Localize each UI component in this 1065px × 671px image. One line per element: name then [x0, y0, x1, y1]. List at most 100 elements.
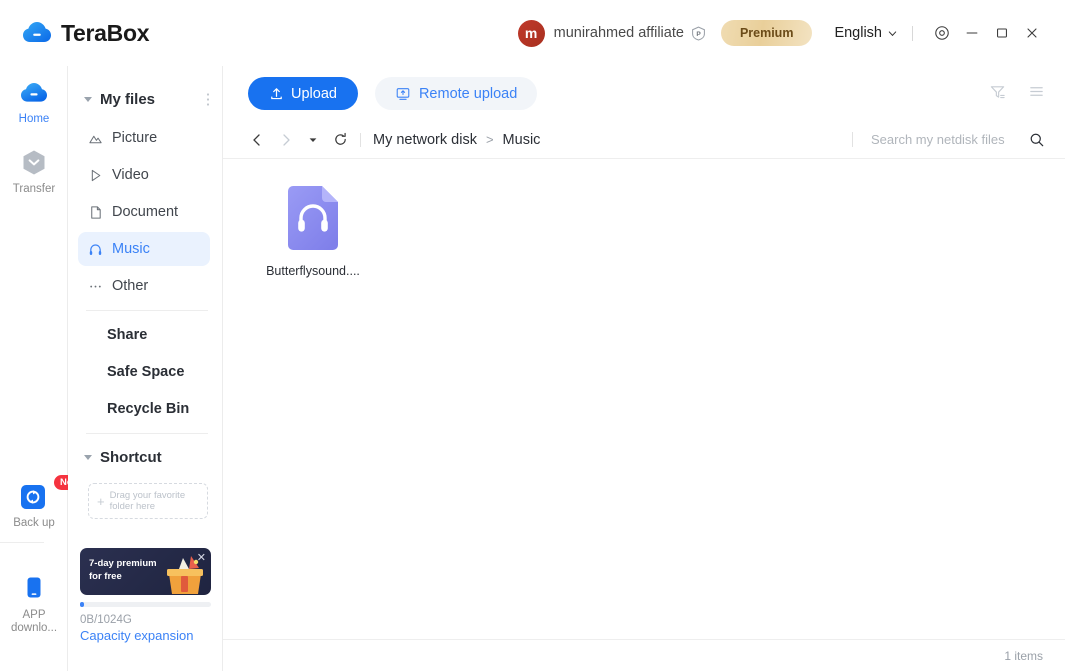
upload-button[interactable]: Upload [248, 77, 358, 110]
shortcut-dropzone[interactable]: + Drag your favorite folder here [88, 483, 208, 519]
triangle-down-icon[interactable] [84, 96, 92, 102]
tree-item-label: Share [107, 327, 148, 343]
breadcrumb-item-root[interactable]: My network disk [373, 132, 477, 148]
upload-button-label: Upload [291, 85, 337, 102]
tree-item-share[interactable]: Share [78, 318, 210, 352]
forward-button[interactable] [276, 130, 296, 150]
music-file-icon [288, 186, 338, 250]
tree-divider [86, 433, 208, 434]
chevron-down-icon [888, 30, 897, 36]
file-item[interactable]: Butterflysound.... [257, 185, 369, 278]
search-area [852, 132, 1045, 148]
headphones-icon [88, 242, 103, 257]
sidebar-item-label: APP downlo... [10, 609, 58, 634]
filter-button[interactable] [989, 83, 1006, 105]
terabox-cloud-logo-icon [23, 22, 51, 42]
language-selector[interactable]: English [834, 25, 898, 41]
premium-badge[interactable]: Premium [720, 20, 813, 46]
title-bar: TeraBox m munirahmed affiliate P Premium… [0, 0, 1065, 66]
tree-item-recycle-bin[interactable]: Recycle Bin [78, 392, 210, 426]
brand[interactable]: TeraBox [22, 19, 150, 47]
shortcut-label: Shortcut [100, 448, 162, 466]
titlebar-right-group: m munirahmed affiliate P Premium English [517, 18, 1047, 48]
back-button[interactable] [247, 130, 267, 150]
capacity-expansion-link[interactable]: Capacity expansion [80, 628, 220, 643]
app-download-phone-icon [27, 577, 41, 598]
nav-divider [360, 132, 361, 147]
tree-item-video[interactable]: Video [78, 158, 210, 192]
promo-banner[interactable]: 7-day premium for free ✕ [80, 548, 211, 595]
maximize-button[interactable] [987, 18, 1017, 48]
left-rail: Home Transfer New Back up [0, 66, 86, 671]
backup-sync-icon [21, 485, 45, 509]
sidebar-item-app-download[interactable]: APP downlo... [0, 574, 68, 635]
file-grid: Butterflysound.... [223, 159, 1065, 637]
sidebar-item-label: Transfer [12, 183, 56, 195]
video-play-icon [88, 168, 103, 183]
toolbar-right-group [989, 83, 1045, 105]
tree-item-label: Video [112, 167, 149, 183]
sidebar-item-backup[interactable]: New Back up [0, 475, 86, 530]
toolbar: Upload Remote upload [223, 66, 1065, 121]
list-view-icon [1030, 86, 1043, 96]
storage-progress-bar [80, 602, 211, 607]
item-count-label: 1 items [1004, 648, 1043, 663]
promo-text: 7-day premium for free [89, 557, 165, 583]
language-label: English [834, 25, 882, 41]
file-name: Butterflysound.... [266, 264, 360, 278]
tree-item-document[interactable]: Document [78, 195, 210, 229]
search-input[interactable] [871, 132, 1023, 147]
tree-item-label: Document [112, 204, 179, 220]
tree-header-label: My files [100, 90, 156, 108]
brand-name: TeraBox [61, 19, 150, 46]
remote-upload-button[interactable]: Remote upload [374, 77, 538, 110]
minimize-button[interactable] [957, 18, 987, 48]
ellipsis-icon [88, 279, 103, 294]
search-button[interactable] [1029, 132, 1045, 148]
tree-item-music[interactable]: Music [78, 232, 210, 266]
tree-header[interactable]: My files [68, 80, 222, 118]
remote-upload-label: Remote upload [418, 85, 518, 102]
promo-line-2: for free [89, 571, 122, 582]
sidebar-item-transfer[interactable]: Transfer [0, 148, 68, 196]
refresh-button[interactable] [330, 130, 350, 150]
filter-sort-icon [990, 85, 1005, 98]
tree-item-other[interactable]: Other [78, 269, 210, 303]
search-divider [852, 132, 853, 147]
dropzone-label: Drag your favorite folder here [109, 490, 186, 512]
triangle-down-icon[interactable] [84, 454, 92, 460]
navigation-bar: My network disk > Music [223, 121, 1065, 159]
gift-box-icon [167, 556, 203, 594]
storage-section: 0B/1024G Capacity expansion [80, 602, 220, 643]
shortcut-header[interactable]: Shortcut [68, 441, 222, 473]
upload-arrow-icon [271, 88, 282, 100]
more-vertical-icon[interactable] [206, 92, 210, 107]
minimize-icon [966, 32, 978, 34]
sidebar-item-home[interactable]: Home [0, 80, 68, 126]
premium-p-shield-icon: P [691, 26, 706, 41]
triangle-down-icon [309, 137, 317, 142]
terabox-window: TeraBox m munirahmed affiliate P Premium… [0, 0, 1065, 671]
close-button[interactable] [1017, 18, 1047, 48]
breadcrumb-item-current[interactable]: Music [503, 132, 541, 148]
tree-item-label: Other [112, 278, 149, 294]
chevron-right-icon [283, 133, 290, 146]
settings-button[interactable] [927, 18, 957, 48]
plus-icon: + [97, 493, 105, 509]
username[interactable]: munirahmed affiliate [554, 25, 684, 41]
history-dropdown-button[interactable] [303, 130, 323, 150]
remote-screen-icon [396, 87, 410, 100]
maximize-icon [997, 28, 1007, 38]
sidebar-item-label: Back up [13, 517, 55, 529]
avatar[interactable]: m [517, 19, 545, 47]
breadcrumb-separator: > [485, 132, 494, 147]
settings-target-icon [935, 26, 949, 40]
titlebar-divider [912, 25, 913, 41]
chevron-left-icon [253, 133, 260, 146]
tree-item-picture[interactable]: Picture [78, 121, 210, 155]
cloud-home-icon [21, 83, 47, 102]
picture-icon [88, 131, 103, 146]
view-mode-button[interactable] [1028, 83, 1045, 105]
tree-item-safe-space[interactable]: Safe Space [78, 355, 210, 389]
search-icon [1030, 133, 1044, 146]
